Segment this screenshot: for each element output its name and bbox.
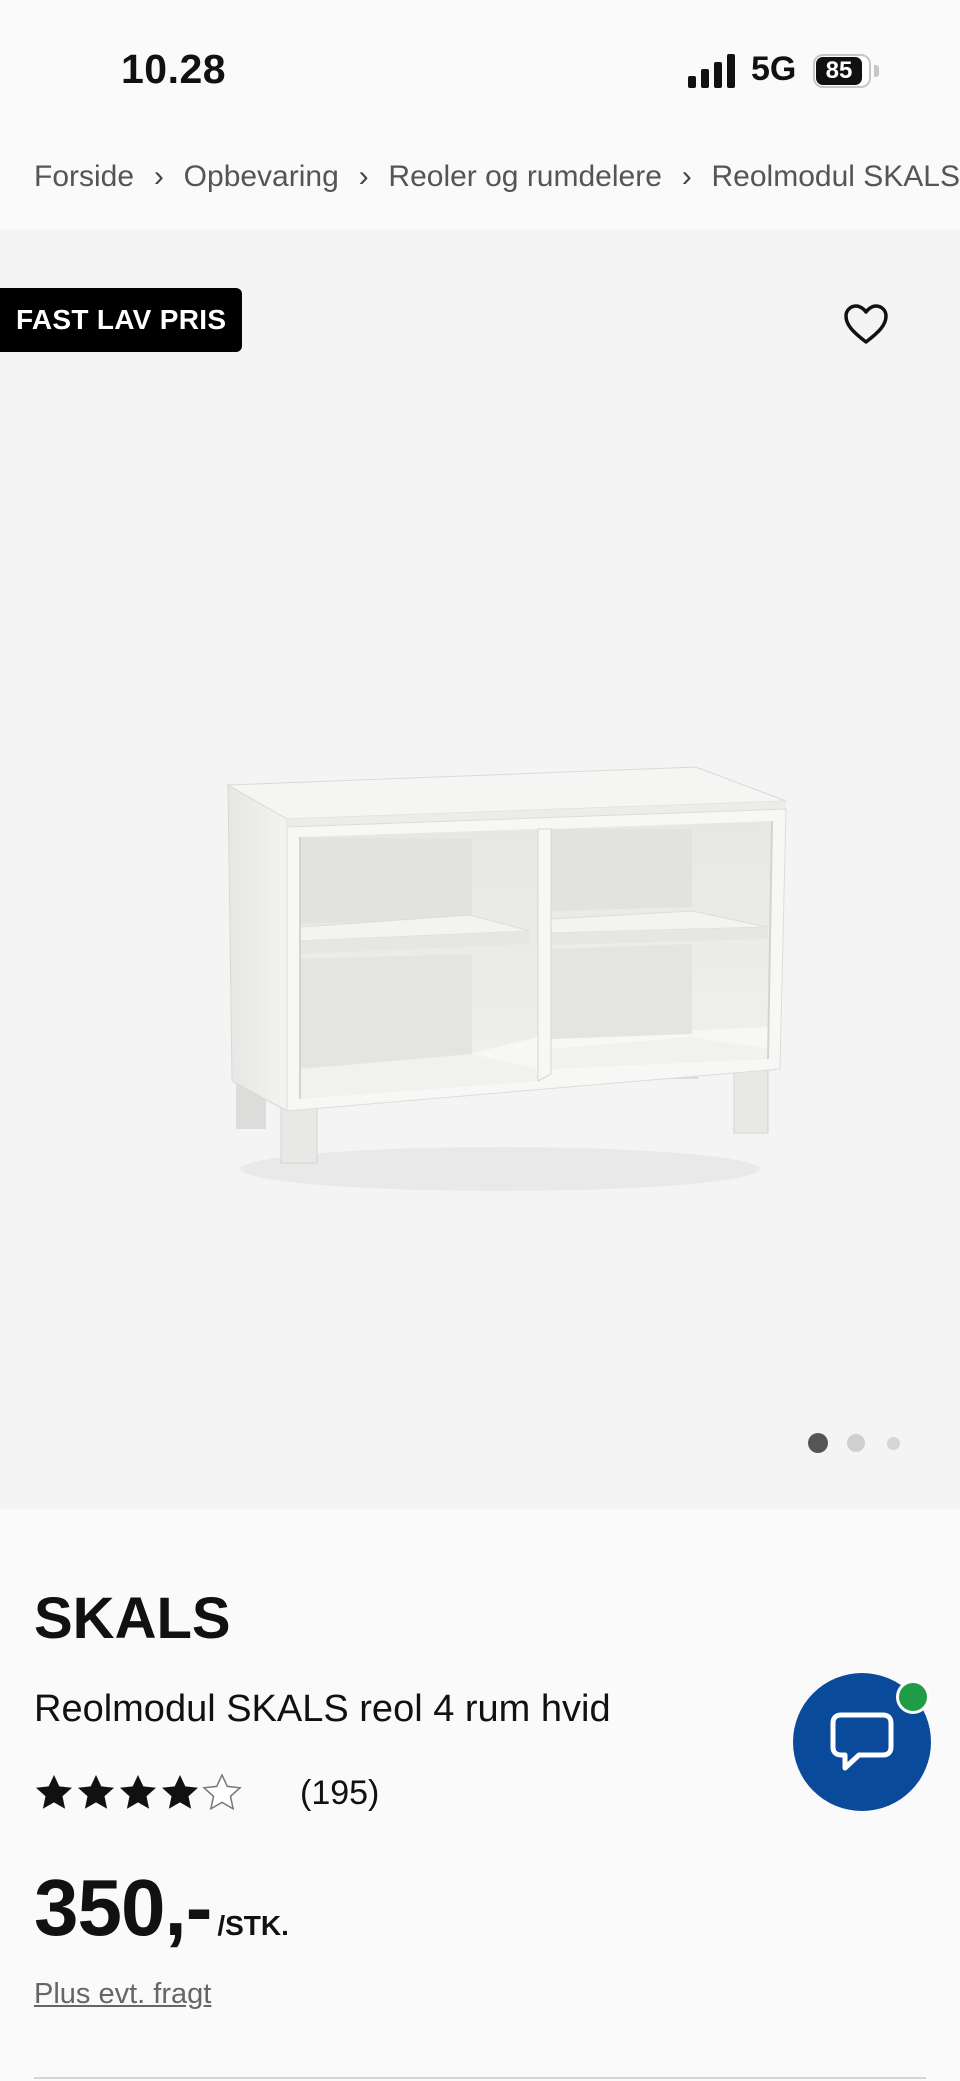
chat-bubble-icon <box>830 1712 894 1771</box>
product-image <box>226 766 787 1191</box>
status-bar: 10.28 5G 85 <box>0 0 960 130</box>
product-gallery[interactable]: FAST LAV PRIS <box>0 229 960 1509</box>
star-rating-icon <box>36 1774 241 1810</box>
breadcrumb-item-forside[interactable]: Forside <box>34 160 134 194</box>
price-unit: /STK. <box>217 1910 289 1941</box>
product-title: Reolmodul SKALS reol 4 rum hvid <box>34 1688 611 1730</box>
breadcrumb: Forside › Opbevaring › Reoler og rumdele… <box>34 150 960 204</box>
pagination-dot[interactable] <box>847 1434 865 1452</box>
review-count[interactable]: (195) <box>300 1774 379 1813</box>
heart-outline-icon[interactable] <box>843 303 889 345</box>
breadcrumb-item-current[interactable]: Reolmodul SKALS <box>712 160 960 194</box>
battery-icon: 85 <box>813 54 879 88</box>
breadcrumb-item-opbevaring[interactable]: Opbevaring <box>184 160 339 194</box>
pagination-dot[interactable] <box>887 1437 900 1450</box>
pagination-dot-active[interactable] <box>808 1433 828 1453</box>
network-label: 5G <box>751 50 797 88</box>
product-price: 350,- /STK. <box>34 1862 289 1954</box>
chevron-right-icon: › <box>153 160 164 193</box>
breadcrumb-item-reoler[interactable]: Reoler og rumdelere <box>388 160 661 194</box>
image-pagination[interactable] <box>806 1432 902 1454</box>
product-rating[interactable]: (195) <box>34 1768 379 1818</box>
online-status-indicator <box>896 1680 930 1714</box>
chevron-right-icon: › <box>358 160 369 193</box>
signal-icon <box>688 54 735 88</box>
price-amount: 350,- <box>34 1863 212 1952</box>
status-time: 10.28 <box>121 46 227 92</box>
section-divider <box>34 2077 926 2079</box>
product-brand: SKALS <box>34 1586 231 1651</box>
price-badge: FAST LAV PRIS <box>0 288 243 352</box>
chevron-right-icon: › <box>681 160 692 193</box>
battery-percent: 85 <box>825 57 853 84</box>
shipping-link[interactable]: Plus evt. fragt <box>34 1978 211 2011</box>
